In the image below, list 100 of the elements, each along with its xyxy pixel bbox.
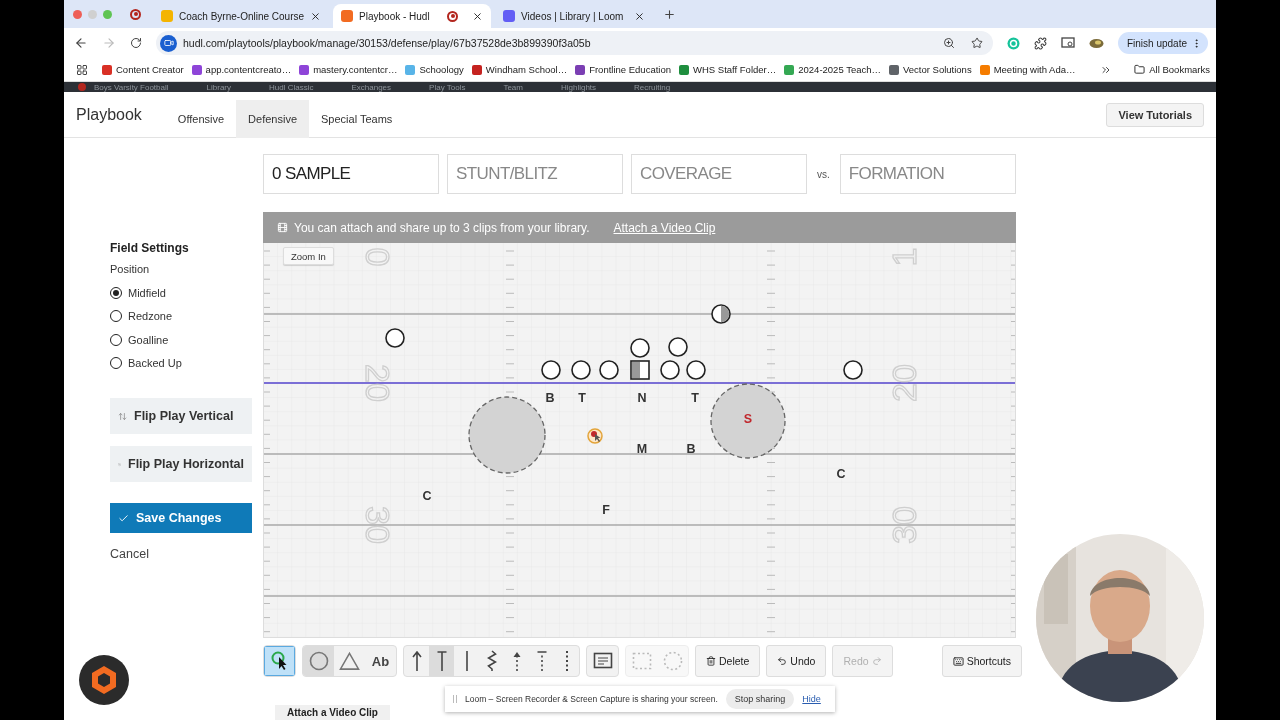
defender-label[interactable]: B <box>686 442 696 456</box>
flip-vertical-button[interactable]: Flip Play Vertical <box>110 398 252 434</box>
finish-update-button[interactable]: Finish update <box>1117 32 1208 54</box>
reload-icon[interactable] <box>130 37 142 49</box>
stunt-field[interactable]: STUNT/BLITZ <box>447 154 623 194</box>
bookmark[interactable]: Content Creator <box>102 64 184 75</box>
address-bar[interactable]: hudl.com/playtools/playbook/manage/30153/defense/play/67b37528de3b899390f3a05b <box>156 31 993 55</box>
player-circle[interactable] <box>571 360 591 380</box>
zone-circle[interactable] <box>710 383 786 459</box>
defender-label[interactable]: B <box>545 391 555 405</box>
dotted-line-icon <box>563 650 570 672</box>
player-circle[interactable] <box>630 338 650 358</box>
defender-label[interactable]: T <box>578 391 586 405</box>
position-option[interactable]: Midfield <box>110 281 252 305</box>
player-circle[interactable] <box>686 360 706 380</box>
zigzag-icon <box>486 650 497 672</box>
hide-link[interactable]: Hide <box>802 694 821 704</box>
recording-icon[interactable] <box>130 8 141 20</box>
new-tab-icon[interactable] <box>663 7 677 21</box>
close-icon[interactable] <box>634 10 646 22</box>
player-circle[interactable] <box>660 360 680 380</box>
defender-label[interactable]: C <box>422 489 432 503</box>
bookmark[interactable]: app.contentcreato… <box>191 64 292 75</box>
defender-label[interactable]: S <box>743 412 753 426</box>
shaded-player-circle[interactable] <box>711 304 731 324</box>
attach-clip-button[interactable]: Attach a Video Clip <box>275 705 390 720</box>
close-icon[interactable] <box>472 10 484 22</box>
defender-label[interactable]: C <box>836 467 846 481</box>
undo-icon <box>777 656 788 666</box>
back-icon[interactable] <box>74 36 88 50</box>
search-tab-icon[interactable] <box>1060 37 1075 49</box>
bookmark[interactable]: Frontline Education <box>575 64 671 75</box>
play-name-field[interactable]: 0 SAMPLE <box>263 154 439 194</box>
page-title: Playbook <box>76 105 142 124</box>
player-circle[interactable] <box>668 337 688 357</box>
nav-link[interactable]: Recruiting <box>634 82 671 92</box>
player-circle[interactable] <box>843 360 863 380</box>
center-square[interactable] <box>630 360 650 380</box>
toolbar-action-button[interactable]: Undo <box>766 645 827 677</box>
pointer-icon <box>270 651 289 671</box>
close-window-button[interactable] <box>73 9 82 19</box>
browser-tab[interactable]: Coach Byrne-Online Course <box>153 4 330 28</box>
bookmark[interactable]: Schoology <box>405 64 464 75</box>
bookmark[interactable]: All Bookmarks <box>1134 64 1210 75</box>
film-icon <box>277 222 288 233</box>
zoom-in-button[interactable]: Zoom In <box>283 247 334 265</box>
banner-text: You can attach and share up to 3 clips from your library. <box>294 220 590 235</box>
triangle-icon <box>339 651 360 671</box>
zoom-icon[interactable] <box>942 37 955 49</box>
close-icon[interactable] <box>310 10 322 22</box>
nav-link[interactable]: Boys Varsity Football <box>94 82 169 92</box>
bookmark[interactable]: mastery.contentcr… <box>299 64 398 75</box>
nav-link[interactable]: Exchanges <box>351 82 392 92</box>
flip-horizontal-button[interactable]: Flip Play Horizontal <box>110 446 252 482</box>
player-circle[interactable] <box>599 360 619 380</box>
bookmark[interactable]: WHS Staff Folder… <box>679 64 777 75</box>
formation-field[interactable]: FORMATION <box>839 154 1016 194</box>
player-circle[interactable] <box>541 360 561 380</box>
zone-circle[interactable] <box>468 396 546 474</box>
drag-handle-icon[interactable] <box>453 695 457 703</box>
star-icon[interactable] <box>970 37 983 49</box>
tool-button[interactable]: Ab <box>365 646 396 676</box>
bookmark[interactable]: Meeting with Ada… <box>979 64 1076 75</box>
apps-icon[interactable] <box>76 63 88 76</box>
browser-tab[interactable]: Playbook - Hudl <box>333 4 492 28</box>
bookmark[interactable]: 2024-2025 Teach… <box>784 64 881 75</box>
keyboard-icon <box>952 655 964 667</box>
playbook-tab[interactable]: Offensive <box>165 99 237 138</box>
nav-link[interactable]: Team <box>503 82 523 92</box>
player-circle[interactable] <box>385 328 405 348</box>
nav-link[interactable]: Library <box>206 82 231 92</box>
position-option[interactable]: Backed Up <box>110 351 252 375</box>
browser-tab[interactable]: Videos | Library | Loom <box>495 4 654 28</box>
puzzle-icon[interactable] <box>1033 36 1047 50</box>
tool-button[interactable] <box>264 646 295 676</box>
nav-link[interactable]: Hudl Classic <box>269 82 314 92</box>
defender-label[interactable]: T <box>691 391 699 405</box>
position-option[interactable]: Redzone <box>110 304 252 328</box>
view-tutorials-button[interactable]: View Tutorials <box>1106 102 1204 127</box>
logo-icon[interactable] <box>79 655 129 705</box>
position-option[interactable]: Goalline <box>110 328 252 352</box>
redo-icon <box>871 656 882 666</box>
nav-link[interactable]: Highlights <box>560 82 597 92</box>
trash-icon <box>706 656 716 666</box>
defender-label[interactable]: M <box>636 442 648 456</box>
playbook-tab[interactable]: Defensive <box>236 99 310 138</box>
bookmark[interactable]: Windham School… <box>471 64 568 75</box>
shortcuts-button[interactable]: Shortcuts <box>941 645 1022 677</box>
cancel-link[interactable]: Cancel <box>110 547 252 561</box>
bookmark[interactable]: Vector Solutions <box>889 64 972 75</box>
stop-sharing-button[interactable]: Stop sharing <box>725 689 795 709</box>
defender-label[interactable]: N <box>637 391 647 405</box>
save-changes-button[interactable]: Save Changes <box>110 503 252 533</box>
coverage-field[interactable]: COVERAGE <box>631 154 807 194</box>
profile-icon[interactable] <box>1088 37 1104 49</box>
toolbar-action-button[interactable]: Delete <box>695 645 761 677</box>
playbook-tab[interactable]: Special Teams <box>309 99 405 138</box>
defender-label[interactable]: F <box>602 503 610 517</box>
nav-link[interactable]: Play Tools <box>429 82 466 92</box>
dotted-tee-icon <box>535 650 548 672</box>
